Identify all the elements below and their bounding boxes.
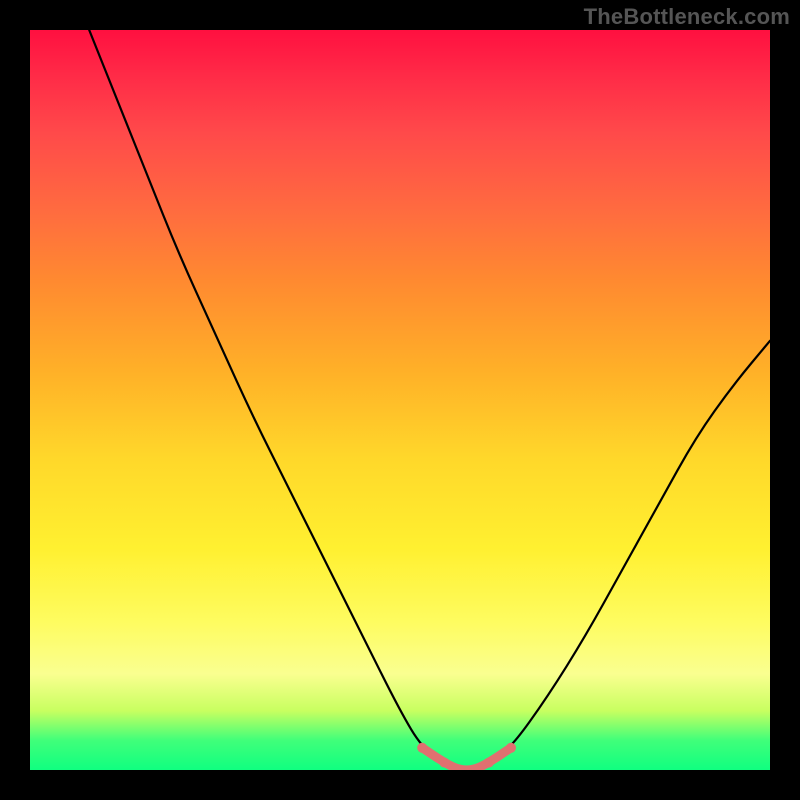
highlight-dot	[484, 758, 494, 768]
highlight-dot	[439, 758, 449, 768]
plot-area	[30, 30, 770, 770]
highlight-dot	[506, 743, 516, 753]
highlight-dot	[417, 743, 427, 753]
watermark-text: TheBottleneck.com	[584, 4, 790, 30]
curve-svg	[30, 30, 770, 770]
optimal-highlight-path	[422, 748, 511, 770]
chart-frame: TheBottleneck.com	[0, 0, 800, 800]
bottleneck-curve-path	[89, 30, 770, 770]
